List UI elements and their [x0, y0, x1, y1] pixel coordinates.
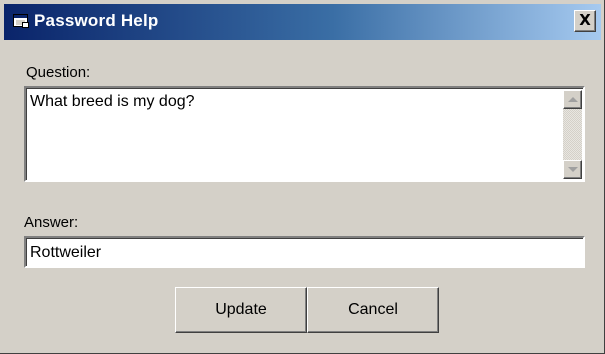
answer-input-frame: Rottweiler — [26, 238, 583, 266]
title-bar[interactable]: Password Help X — [4, 4, 601, 40]
cancel-button[interactable]: Cancel — [307, 287, 439, 333]
question-label: Question: — [26, 64, 91, 81]
scroll-down-icon — [568, 167, 578, 172]
app-window-icon — [13, 14, 29, 28]
update-button[interactable]: Update — [175, 287, 307, 333]
close-icon: X — [579, 11, 591, 29]
scroll-up-button[interactable] — [563, 90, 582, 109]
question-textarea-frame: What breed is my dog? — [26, 88, 583, 180]
question-text: What breed is my dog? — [30, 93, 195, 110]
password-help-dialog: Password Help X Question: What breed is … — [0, 0, 605, 354]
scroll-up-icon — [568, 97, 578, 102]
answer-label: Answer: — [24, 214, 79, 231]
question-scrollbar[interactable] — [563, 90, 582, 179]
answer-input[interactable]: Rottweiler — [24, 236, 585, 268]
close-button[interactable]: X — [574, 10, 596, 32]
window-title: Password Help — [34, 11, 159, 30]
answer-text: Rottweiler — [30, 244, 102, 261]
scroll-down-button[interactable] — [563, 160, 582, 179]
question-textarea[interactable]: What breed is my dog? — [23, 85, 586, 183]
